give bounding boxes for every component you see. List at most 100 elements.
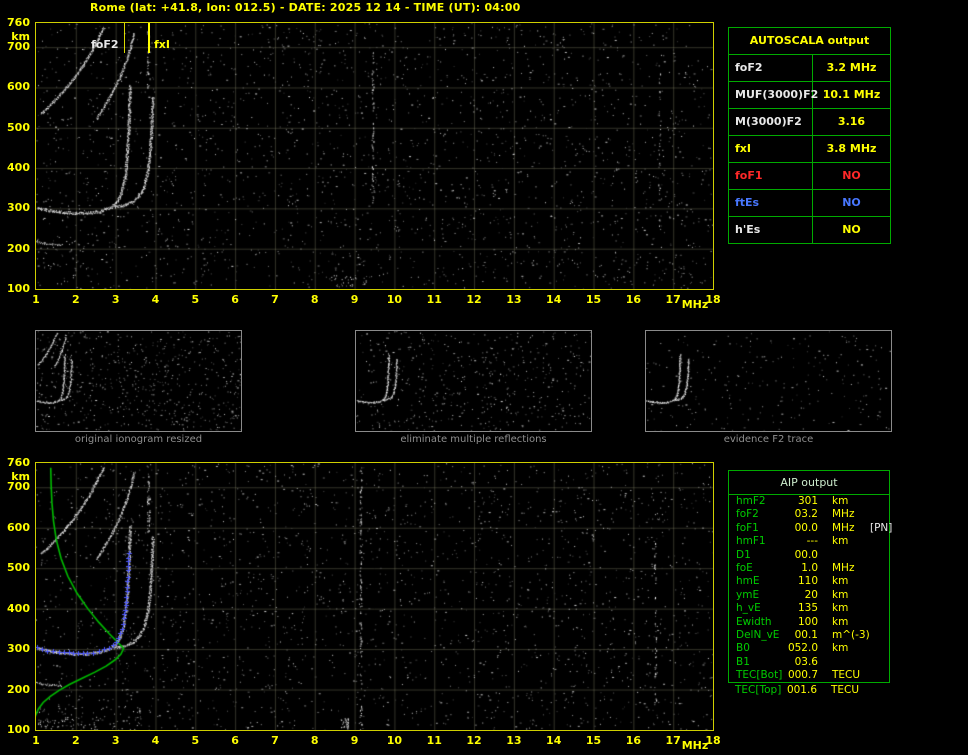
aip-extra: [PN] <box>870 522 892 535</box>
thumbnail-original-canvas <box>36 331 241 431</box>
param-value: NO <box>813 163 890 189</box>
thumbnail-multiples-canvas <box>356 331 591 431</box>
thumbnail-multiples-removed <box>355 330 592 432</box>
param-label: ftEs <box>729 190 813 216</box>
x-tick-label: 5 <box>185 294 205 306</box>
aip-unit: km <box>832 495 870 508</box>
autoscala-row: foF1NO <box>729 163 890 190</box>
aip-value: 1.0 <box>786 562 818 575</box>
ionogram-top-canvas <box>36 23 713 289</box>
x-tick-label: 3 <box>106 294 126 306</box>
y-tick-label: 400 <box>3 162 30 174</box>
x-tick-label: 16 <box>623 735 643 747</box>
fxi-marker-line <box>148 23 150 53</box>
x-tick-label: 10 <box>384 735 404 747</box>
x-tick-label: 9 <box>345 735 365 747</box>
y-tick-label: 500 <box>3 122 30 134</box>
x-tick-label: 8 <box>305 294 325 306</box>
aip-unit: m^(-3) <box>832 629 870 642</box>
y-axis-unit: km <box>3 471 30 483</box>
x-tick-label: 9 <box>345 294 365 306</box>
aip-value: 00.1 <box>786 629 818 642</box>
autoscala-table-title: AUTOSCALA output <box>729 28 890 55</box>
param-label: M(3000)F2 <box>729 109 813 135</box>
aip-row: TEC[Bot]000.7TECU <box>729 669 889 682</box>
aip-row: Ewidth100 km <box>729 616 889 629</box>
aip-value: 110 <box>786 575 818 588</box>
autoscala-row: MUF(3000)F210.1 MHz <box>729 82 890 109</box>
aip-unit: km <box>832 575 870 588</box>
aip-value: 100 <box>786 616 818 629</box>
aip-param: B0 <box>736 642 786 655</box>
x-tick-label: 15 <box>584 735 604 747</box>
param-value: 10.1 MHz <box>813 82 890 108</box>
aip-value: 03.2 <box>786 508 818 521</box>
x-tick-label: 7 <box>265 294 285 306</box>
aip-value: --- <box>786 535 818 548</box>
y-tick-label: 600 <box>3 81 30 93</box>
aip-param: hmE <box>736 575 786 588</box>
x-tick-label: 13 <box>504 294 524 306</box>
x-tick-label: 11 <box>424 294 444 306</box>
x-tick-label: 6 <box>225 735 245 747</box>
x-tick-label: 14 <box>544 294 564 306</box>
aip-row: ymE20km <box>729 589 889 602</box>
aip-row: foF100.0MHz[PN] <box>729 522 889 535</box>
y-axis-unit: km <box>3 31 30 43</box>
autoscala-table-rows: foF23.2 MHzMUF(3000)F210.1 MHzM(3000)F23… <box>729 55 890 243</box>
x-tick-label: 4 <box>145 294 165 306</box>
aip-param: TEC[Top] <box>735 684 785 697</box>
aip-param: Ewidth <box>736 616 786 629</box>
x-tick-label: 13 <box>504 735 524 747</box>
x-tick-label: 14 <box>544 735 564 747</box>
aip-row: DelN_vE00.1 m^(-3) <box>729 629 889 642</box>
aip-row: h_vE135km <box>729 602 889 615</box>
fxi-label: fxI <box>154 38 170 51</box>
aip-row: foF203.2 MHz <box>729 508 889 521</box>
aip-param: foF2 <box>736 508 786 521</box>
param-label: h'Es <box>729 217 813 243</box>
aip-param: hmF2 <box>736 495 786 508</box>
x-tick-label: 5 <box>185 735 205 747</box>
aip-unit: TECU <box>831 684 869 697</box>
param-label: foF2 <box>729 55 813 81</box>
x-tick-label: 2 <box>66 735 86 747</box>
autoscala-row: M(3000)F23.16 <box>729 109 890 136</box>
aip-value: 03.6 <box>786 656 818 669</box>
x-tick-label: 6 <box>225 294 245 306</box>
param-value: 3.8 MHz <box>813 136 890 162</box>
aip-value: 20 <box>786 589 818 602</box>
param-value: 3.16 <box>813 109 890 135</box>
thumbnail-original-ionogram <box>35 330 242 432</box>
x-axis-unit: MHz <box>679 740 711 752</box>
y-tick-label: 600 <box>3 522 30 534</box>
aip-unit: km <box>832 642 870 655</box>
aip-output-table: AIP output hmF2301kmfoF203.2MHzfoF100.0M… <box>728 470 890 683</box>
aip-row: hmF1---km <box>729 535 889 548</box>
x-tick-label: 12 <box>464 735 484 747</box>
aip-row: foE1.0MHz <box>729 562 889 575</box>
x-tick-label: 1 <box>26 294 46 306</box>
aip-param: TEC[Bot] <box>736 669 786 682</box>
aip-row: hmE110 km <box>729 575 889 588</box>
aip-row: B103.6 <box>729 656 889 669</box>
autoscala-row: fxI3.8 MHz <box>729 136 890 163</box>
autoscala-row: foF23.2 MHz <box>729 55 890 82</box>
aip-param: foF1 <box>736 522 786 535</box>
aip-table-title: AIP output <box>729 471 889 495</box>
aip-param: DelN_vE <box>736 629 786 642</box>
x-tick-label: 10 <box>384 294 404 306</box>
aip-unit: MHz <box>832 508 870 521</box>
ionogram-plot-top: foF2 fxI <box>35 22 714 290</box>
aip-row: B0052.0km <box>729 642 889 655</box>
param-label: fxI <box>729 136 813 162</box>
aip-unit: km <box>832 589 870 602</box>
aip-unit: km <box>832 616 870 629</box>
thumbnail-caption-f2: evidence F2 trace <box>645 434 892 445</box>
fof2-label: foF2 <box>91 38 119 51</box>
param-label: MUF(3000)F2 <box>729 82 813 108</box>
thumbnail-f2-canvas <box>646 331 891 431</box>
aip-value: 001.6 <box>785 684 817 697</box>
param-label: foF1 <box>729 163 813 189</box>
aip-param: B1 <box>736 656 786 669</box>
